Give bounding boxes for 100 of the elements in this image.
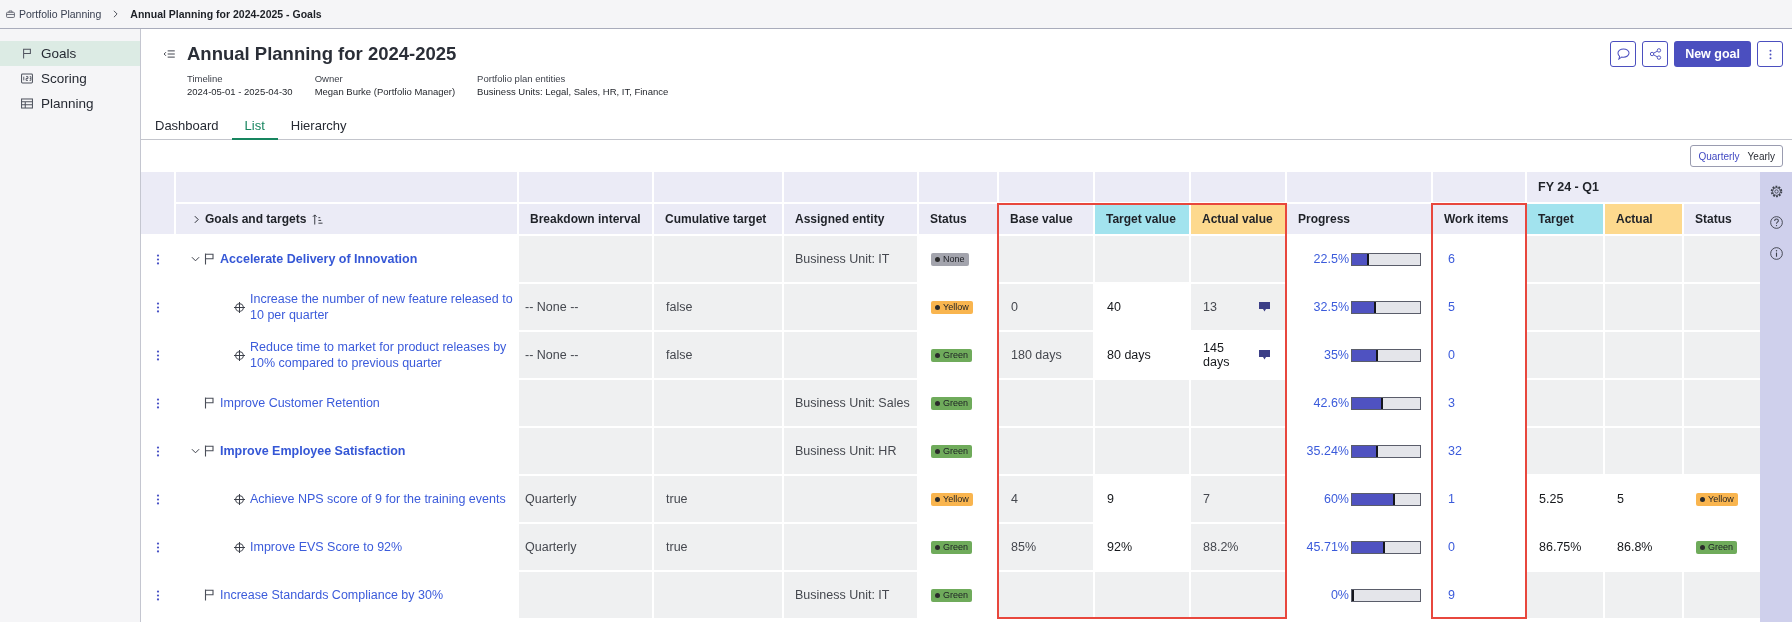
toggle-option[interactable]: Yearly [1743, 150, 1779, 162]
goal-link[interactable]: Increase Standards Compliance by 30% [220, 587, 444, 603]
work-items-link[interactable]: 5 [1448, 300, 1455, 314]
new-goal-button[interactable]: New goal [1674, 41, 1751, 67]
chevron-down-icon[interactable] [191, 256, 200, 262]
status-dot-icon [1700, 496, 1705, 502]
tab[interactable]: Hierarchy [277, 113, 360, 140]
target-link[interactable]: Reduce time to market for product releases by 10% compared to previous quarter [250, 339, 513, 371]
crosshair-icon [234, 541, 245, 553]
progress-link[interactable]: 60% [1323, 492, 1349, 506]
table-cell: 85% [999, 524, 1093, 570]
column-header[interactable]: Base value [999, 204, 1093, 234]
chevron-down-icon[interactable] [191, 448, 200, 454]
more-button[interactable] [1757, 41, 1783, 67]
sidebar-item[interactable]: Scoring [0, 66, 140, 91]
chevron-right-icon[interactable] [194, 214, 199, 224]
progress-link[interactable]: 32.5% [1313, 300, 1349, 314]
status-dot-icon [935, 544, 940, 550]
flag-icon [204, 589, 215, 601]
sidebar-item[interactable]: Planning [0, 91, 140, 116]
column-header[interactable]: Status [1684, 204, 1760, 234]
more-icon[interactable] [155, 253, 160, 265]
more-icon[interactable] [155, 397, 160, 409]
more-icon[interactable] [155, 589, 160, 601]
table-cell: Quarterly [519, 524, 652, 570]
work-items-link[interactable]: 6 [1448, 252, 1455, 266]
work-items-link[interactable]: 1 [1448, 492, 1455, 506]
comment-icon[interactable] [1259, 302, 1270, 312]
progress-link[interactable]: 45.71% [1306, 540, 1349, 554]
column-header[interactable]: Cumulative target [654, 204, 782, 234]
status-dot-icon [935, 592, 940, 598]
tab[interactable]: Dashboard [142, 113, 232, 140]
toggle-option[interactable]: Quarterly [1694, 150, 1744, 162]
breadcrumb-current: Annual Planning for 2024-2025 - Goals [130, 8, 322, 20]
target-link[interactable]: Increase the number of new feature released to 10 per quarter [250, 291, 513, 323]
column-header[interactable]: Target [1527, 204, 1603, 234]
table-cell: false [654, 332, 782, 378]
status-label: Green [943, 589, 968, 601]
work-items-link[interactable]: 9 [1448, 588, 1455, 602]
more-icon[interactable] [155, 349, 160, 361]
status-dot-icon [935, 448, 940, 454]
status-label: Green [1708, 541, 1733, 553]
sidebar-item[interactable]: Goals [0, 41, 140, 66]
column-header[interactable]: Work items [1433, 204, 1525, 234]
more-icon[interactable] [155, 301, 160, 313]
column-header[interactable]: Actual [1605, 204, 1682, 234]
status-label: Green [943, 397, 968, 409]
progress-link[interactable]: 0% [1330, 588, 1349, 602]
column-header[interactable]: Breakdown interval [519, 204, 652, 234]
more-icon[interactable] [155, 445, 160, 457]
crosshair-icon [234, 493, 245, 505]
settings-icon[interactable] [1769, 185, 1783, 198]
meta-value: 2024-05-01 - 2025-04-30 [187, 85, 293, 99]
table-cell: Quarterly [519, 476, 652, 522]
flag-icon [204, 397, 215, 409]
more-icon[interactable] [155, 541, 160, 553]
score-card-icon [21, 73, 33, 84]
target-link[interactable]: Improve EVS Score to 92% [250, 539, 403, 555]
comment-button[interactable] [1610, 41, 1637, 67]
sort-icon[interactable] [312, 213, 324, 225]
more-icon [1768, 48, 1772, 60]
status-label: Yellow [943, 301, 969, 313]
briefcase-icon [6, 10, 15, 18]
work-items-link[interactable]: 0 [1448, 540, 1455, 554]
work-items-link[interactable]: 32 [1448, 444, 1462, 458]
table-cell: 180 days [999, 332, 1093, 378]
column-header[interactable]: Goals and targets [176, 204, 517, 234]
progress-link[interactable]: 35.24% [1306, 444, 1349, 458]
column-header[interactable]: Target value [1095, 204, 1189, 234]
status-dot-icon [935, 400, 940, 406]
share-button[interactable] [1642, 41, 1669, 67]
column-header[interactable]: Actual value [1191, 204, 1285, 234]
more-icon[interactable] [155, 493, 160, 505]
goal-link[interactable]: Improve Customer Retention [220, 395, 380, 411]
work-items-link[interactable]: 0 [1448, 348, 1455, 362]
column-header[interactable]: Status [919, 204, 997, 234]
target-link[interactable]: Achieve NPS score of 9 for the training events [250, 491, 506, 507]
tab[interactable]: List [231, 113, 278, 140]
column-header[interactable]: Progress [1287, 204, 1431, 234]
table-cell: -- None -- [519, 284, 652, 330]
comment-icon[interactable] [1259, 350, 1270, 360]
breadcrumb-link[interactable]: Portfolio Planning [6, 8, 102, 20]
table-cell: Business Unit: HR [784, 428, 917, 474]
work-items-link[interactable]: 3 [1448, 396, 1455, 410]
goal-link[interactable]: Accelerate Delivery of Innovation [220, 251, 418, 267]
table-cell: Business Unit: IT [784, 236, 917, 282]
progress-link[interactable]: 35% [1323, 348, 1349, 362]
status-label: Yellow [943, 493, 969, 505]
crosshair-icon [234, 301, 245, 313]
goal-link[interactable]: Improve Employee Satisfaction [220, 443, 406, 459]
progress-link[interactable]: 42.6% [1313, 396, 1349, 410]
collapse-panel-icon[interactable] [163, 50, 175, 58]
table-cell: false [654, 284, 782, 330]
progress-link[interactable]: 22.5% [1313, 252, 1349, 266]
table-cell: true [654, 524, 782, 570]
info-icon[interactable] [1769, 247, 1783, 260]
cell-value: 145 days [1203, 341, 1231, 369]
column-header[interactable]: Assigned entity [784, 204, 917, 234]
help-icon[interactable] [1769, 216, 1783, 229]
share-icon [1648, 48, 1662, 60]
